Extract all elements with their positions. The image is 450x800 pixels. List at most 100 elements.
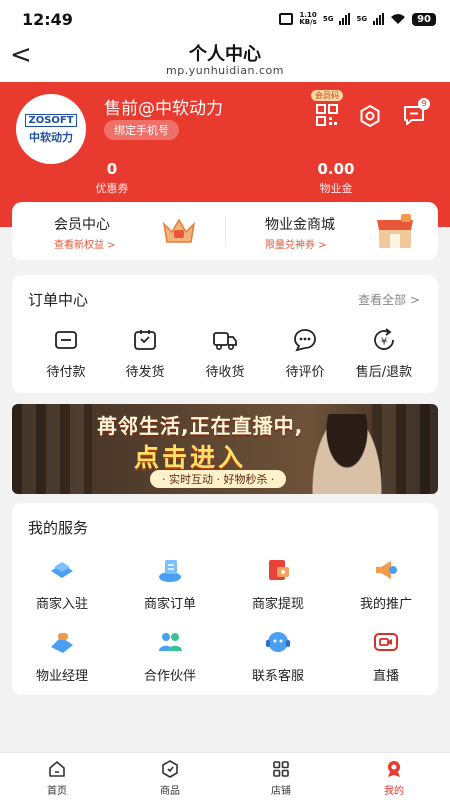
order-pending-payment-label: 待付款	[46, 365, 86, 380]
service-customer-service-label: 联系客服	[251, 669, 304, 684]
service-merchant-withdraw[interactable]: 商家提现	[230, 555, 326, 612]
service-property-manager[interactable]: 物业经理	[14, 627, 110, 684]
service-property-manager-label: 物业经理	[35, 669, 88, 684]
merchant-withdraw-icon	[269, 560, 289, 580]
coupon-count: 0	[106, 160, 118, 178]
message-badge: 9	[418, 98, 430, 110]
customer-service-icon	[266, 632, 290, 652]
partner-icon	[159, 633, 182, 651]
order-center: 订单中心 查看全部 > 待付款 待发货 待收货 待评价 ¥ 售后/退款	[12, 275, 438, 393]
qr-code-icon	[316, 104, 338, 126]
service-merchant-join-label: 商家入驻	[35, 597, 88, 612]
banner-cta: 点击进入	[134, 443, 247, 472]
page-title: 个人中心	[189, 44, 261, 65]
member-card: 会员中心 查看新权益 > 物业金商城 限量兑神券 >	[12, 202, 438, 260]
service-partner-label: 合作伙伴	[143, 669, 196, 684]
bind-phone-button[interactable]: 绑定手机号	[104, 120, 179, 140]
wallet-icon	[55, 331, 77, 349]
member-center-title: 会员中心	[54, 217, 110, 233]
signal-icon	[339, 13, 351, 25]
signal-label-1: 5G	[322, 14, 334, 23]
tab-home[interactable]: 首页	[17, 759, 97, 797]
truck-icon	[213, 332, 237, 350]
banner-headline: 苒邻生活,正在直播中,	[97, 414, 304, 438]
username: 售前@中软动力	[104, 99, 223, 119]
property-gold-label: 物业金	[319, 182, 353, 195]
status-time: 12:49	[22, 9, 73, 29]
tab-profile-label: 我的	[384, 786, 404, 797]
property-mall-subtitle: 限量兑神券 >	[265, 240, 327, 251]
banner-shelf-left	[12, 404, 92, 494]
order-pending-review-label: 待评价	[285, 365, 325, 380]
logo-text-top: ZOSOFT	[25, 113, 77, 127]
wifi-icon	[391, 14, 406, 24]
navigation-bar: < 个人中心 mp.yunhuidian.com	[0, 38, 450, 82]
home-icon	[49, 761, 65, 777]
promotion-icon	[376, 561, 397, 579]
tab-goods[interactable]: 商品	[130, 759, 210, 797]
service-partner[interactable]: 合作伙伴	[122, 627, 218, 684]
order-pending-review[interactable]: 待评价	[269, 327, 341, 380]
order-pending-shipment-label: 待发货	[125, 365, 165, 380]
order-after-sales[interactable]: ¥ 售后/退款	[348, 327, 420, 380]
order-pending-payment[interactable]: 待付款	[30, 327, 102, 380]
comment-icon	[294, 329, 316, 352]
box-icon	[134, 330, 156, 350]
property-gold-value: 0.00	[317, 160, 355, 178]
gear-icon[interactable]	[358, 104, 382, 128]
tab-shop-label: 店铺	[271, 786, 291, 797]
profile-icon	[388, 761, 400, 777]
live-banner[interactable]: 苒邻生活,正在直播中, 点击进入 · 实时互动 · 好物秒杀 ·	[12, 404, 438, 494]
bottom-tab-bar: 首页 商品 店铺 我的	[0, 752, 450, 800]
order-pending-receipt[interactable]: 待收货	[189, 327, 261, 380]
service-merchant-order-label: 商家订单	[143, 597, 196, 612]
service-live[interactable]: 直播	[338, 627, 434, 684]
property-manager-icon	[51, 633, 73, 653]
coupon-stat[interactable]: 0 优惠券	[52, 160, 172, 196]
order-center-title: 订单中心	[28, 291, 89, 309]
status-icons: 1.10 KB/s 5G 5G 90	[279, 12, 436, 26]
order-pending-shipment[interactable]: 待发货	[109, 327, 181, 380]
service-merchant-withdraw-label: 商家提现	[251, 597, 304, 612]
tab-home-label: 首页	[47, 786, 67, 797]
net-speed: 1.10 KB/s	[299, 11, 317, 26]
coupon-label: 优惠券	[95, 182, 129, 195]
merchant-join-icon	[51, 562, 73, 578]
logo-text-bottom: 中软动力	[29, 130, 73, 144]
see-all-orders-link[interactable]: 查看全部 >	[358, 291, 420, 308]
status-bar: 12:49 1.10 KB/s 5G 5G 90	[0, 0, 450, 38]
service-customer-service[interactable]: 联系客服	[230, 627, 326, 684]
refund-icon: ¥	[374, 328, 394, 350]
avatar[interactable]: ZOSOFT 中软动力	[16, 94, 86, 164]
banner-host-image	[312, 414, 382, 494]
order-after-sales-label: 售后/退款	[355, 365, 413, 380]
signal-icon-2	[373, 13, 385, 25]
tab-goods-label: 商品	[160, 786, 180, 797]
page-url: mp.yunhuidian.com	[166, 64, 284, 77]
tab-shop[interactable]: 店铺	[241, 759, 321, 797]
order-pending-receipt-label: 待收货	[205, 365, 245, 380]
battery-indicator: 90	[412, 12, 436, 26]
tab-profile[interactable]: 我的	[354, 759, 434, 797]
goods-icon	[162, 760, 178, 778]
live-icon	[374, 633, 398, 651]
crown-icon	[162, 218, 196, 243]
member-center-entry[interactable]: 会员中心 查看新权益 >	[12, 202, 225, 260]
vibrate-icon	[279, 13, 294, 25]
mall-shop-icon	[377, 214, 413, 248]
services-title: 我的服务	[28, 519, 89, 537]
service-merchant-join[interactable]: 商家入驻	[14, 555, 110, 612]
signal-label-2: 5G	[356, 14, 368, 23]
merchant-order-icon	[159, 560, 181, 582]
my-services: 我的服务 商家入驻 商家订单 商家提现 我的推广 物业经理 合作伙伴 联系客服 …	[12, 503, 438, 695]
property-mall-entry[interactable]: 物业金商城 限量兑神券 >	[225, 202, 438, 260]
member-code-tag: 会员码	[311, 90, 343, 101]
property-gold-stat[interactable]: 0.00 物业金	[276, 160, 396, 196]
member-code-button[interactable]: 会员码	[304, 90, 350, 126]
property-mall-title: 物业金商城	[265, 217, 335, 233]
service-merchant-order[interactable]: 商家订单	[122, 555, 218, 612]
member-center-subtitle: 查看新权益 >	[54, 240, 116, 251]
shop-icon	[273, 761, 289, 777]
service-my-promotion-label: 我的推广	[359, 597, 412, 612]
service-my-promotion[interactable]: 我的推广	[338, 555, 434, 612]
